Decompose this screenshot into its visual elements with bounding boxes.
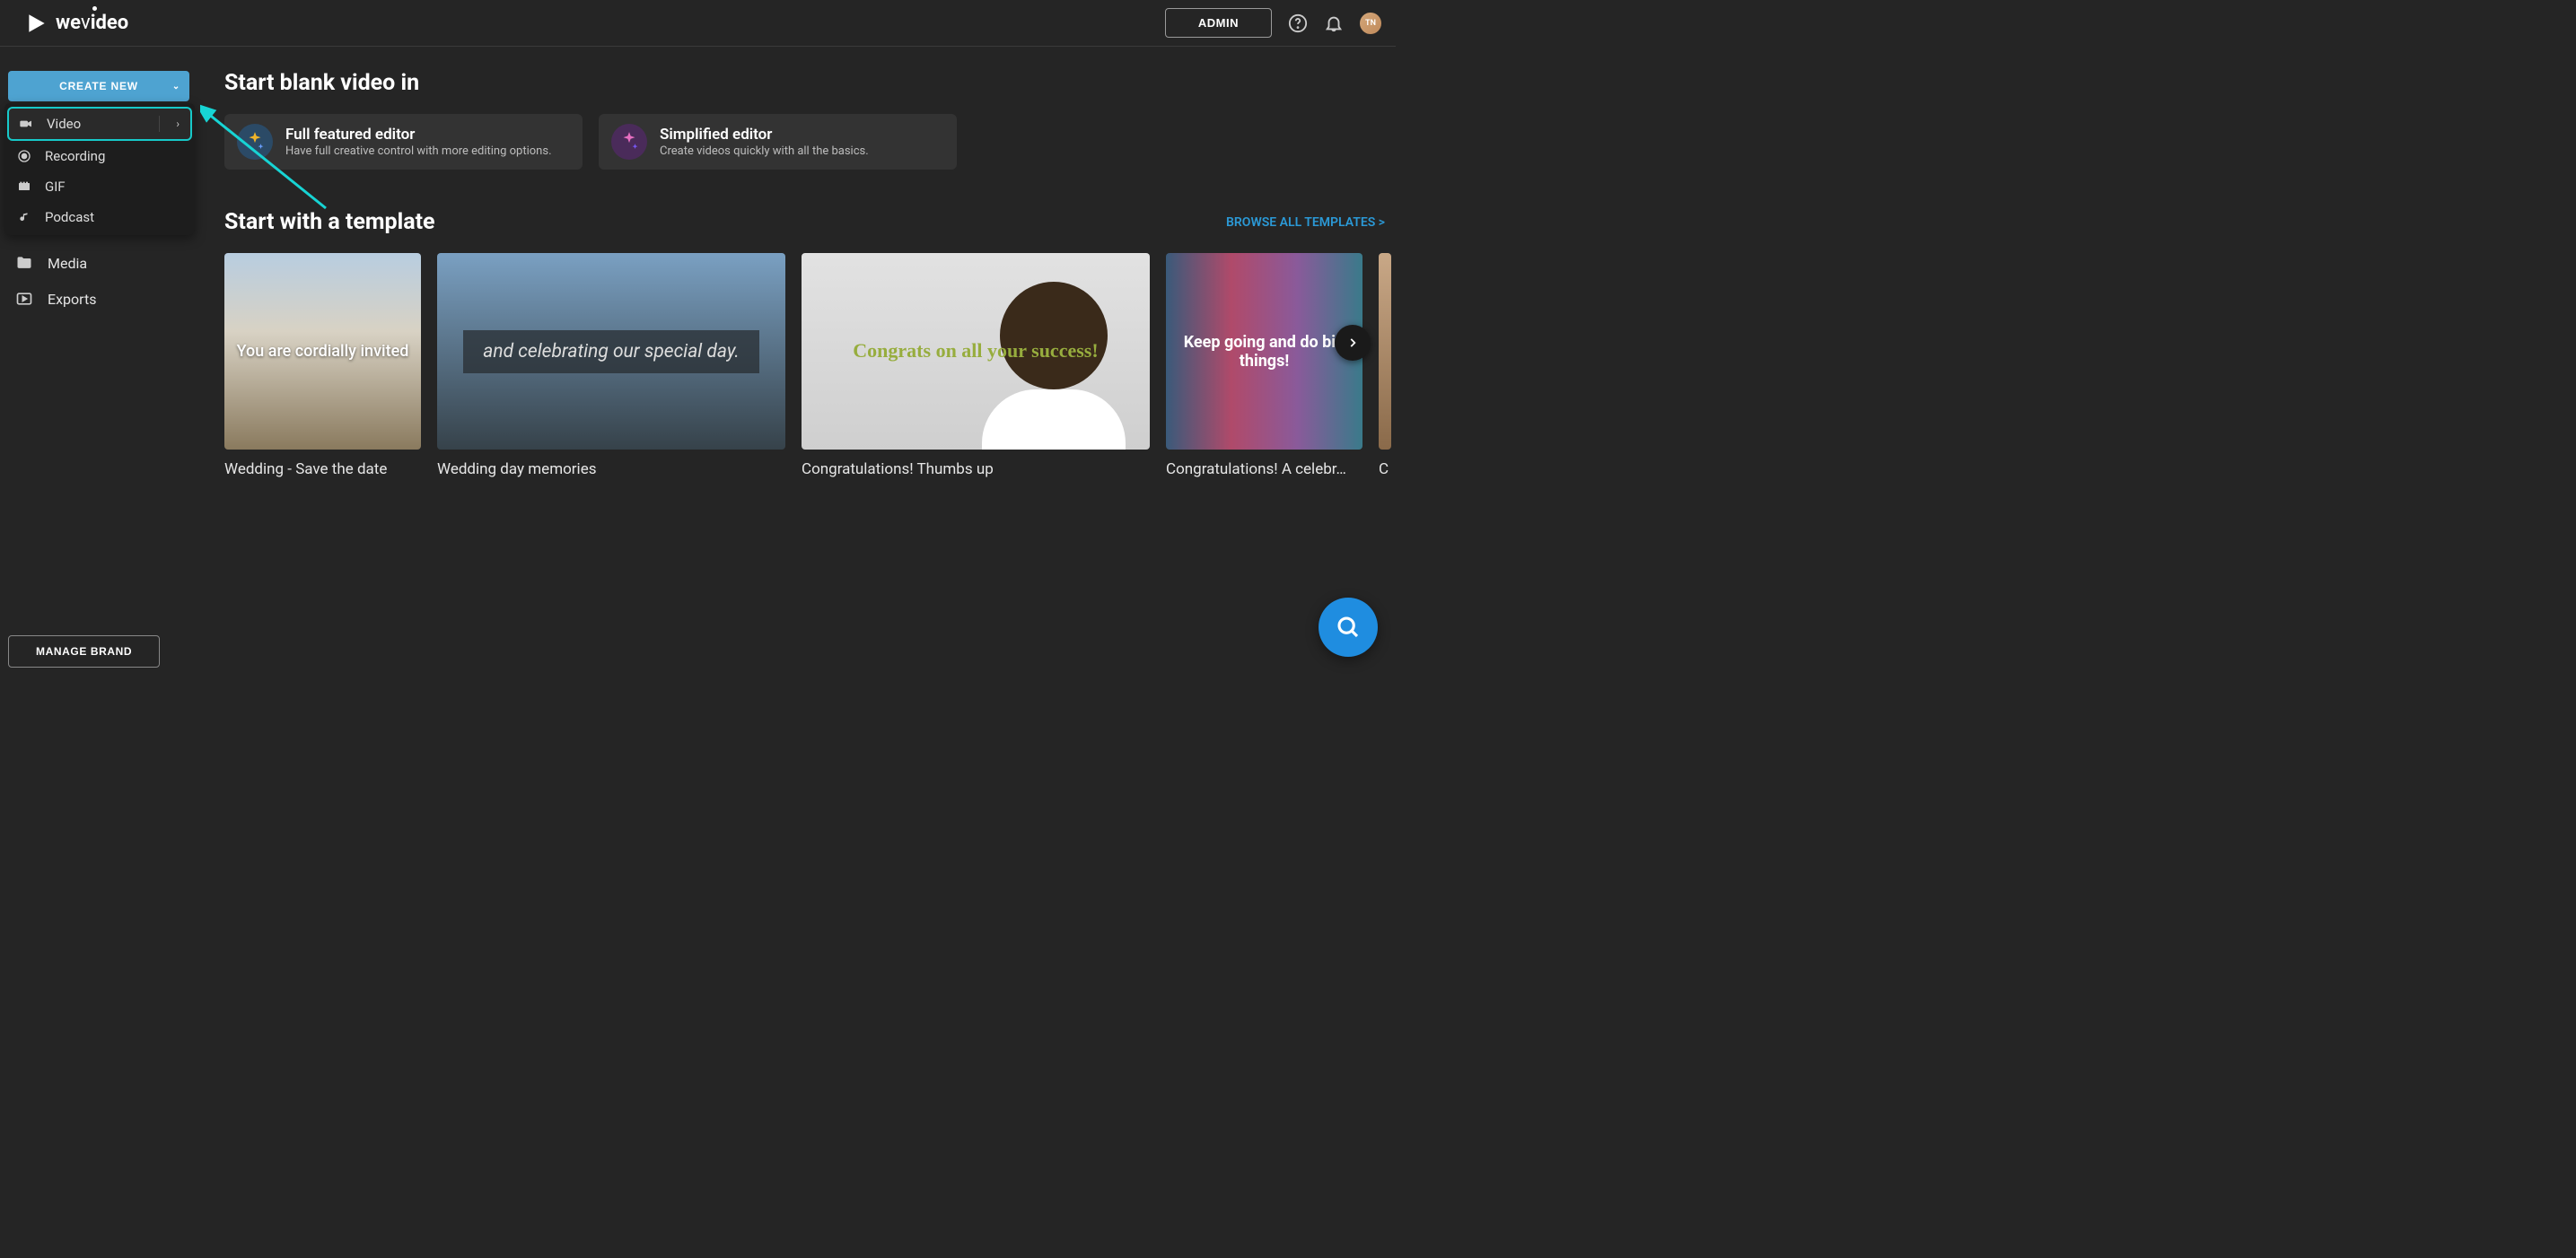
bell-icon[interactable]: [1324, 13, 1344, 33]
template-caption: Congratulations! A celebr…: [1166, 460, 1362, 478]
template-thumbnail: [1379, 253, 1391, 450]
video-camera-icon: [18, 117, 34, 131]
export-play-icon: [15, 290, 33, 308]
app-header: wevideo ADMIN TN: [0, 0, 1396, 47]
gif-icon: [16, 179, 32, 194]
help-icon[interactable]: [1288, 13, 1308, 33]
thumbnail-overlay-text: Keep going and do big things!: [1166, 333, 1362, 371]
browse-templates-link[interactable]: BROWSE ALL TEMPLATES >: [1226, 215, 1385, 230]
template-thumbnail: You are cordially invited: [224, 253, 421, 450]
template-thumbnail: Keep going and do big things!: [1166, 253, 1362, 450]
flyout-item-recording[interactable]: Recording: [7, 141, 192, 171]
editor-card-full[interactable]: Full featured editor Have full creative …: [224, 114, 583, 170]
chevron-down-icon: ⌄: [172, 82, 180, 92]
record-icon: [16, 149, 32, 163]
template-heading: Start with a template: [224, 209, 435, 235]
editor-title: Simplified editor: [660, 126, 869, 144]
template-thumbnail: Congrats on all your success!: [802, 253, 1150, 450]
chevron-right-icon: [1346, 336, 1359, 349]
sparkle-icon: [611, 124, 647, 160]
sidebar-nav: Media Exports: [8, 245, 189, 317]
template-caption: C: [1379, 460, 1391, 478]
template-card[interactable]: Congrats on all your success! Congratula…: [802, 253, 1150, 478]
template-carousel: You are cordially invited Wedding - Save…: [224, 253, 1396, 478]
header-actions: ADMIN TN: [1165, 8, 1381, 38]
flyout-item-gif[interactable]: GIF: [7, 171, 192, 202]
editor-sub: Create videos quickly with all the basic…: [660, 144, 869, 158]
search-icon: [1335, 614, 1362, 641]
template-thumbnail: and celebrating our special day.: [437, 253, 785, 450]
avatar[interactable]: TN: [1360, 13, 1381, 34]
flyout-item-podcast[interactable]: Podcast: [7, 202, 192, 232]
sidebar: CREATE NEW ⌄ Video › Recording: [0, 47, 197, 684]
flyout-item-label: Recording: [45, 148, 105, 164]
sidebar-item-label: Exports: [48, 291, 96, 308]
flyout-item-label: Podcast: [45, 209, 94, 225]
main-panel: Start blank video in Full featured edito…: [197, 47, 1396, 684]
music-note-icon: [16, 210, 32, 224]
create-new-label: CREATE NEW: [59, 80, 138, 92]
manage-brand-button[interactable]: MANAGE BRAND: [8, 635, 160, 668]
flyout-item-label: Video: [47, 116, 81, 132]
editor-card-simplified[interactable]: Simplified editor Create videos quickly …: [599, 114, 957, 170]
create-new-button[interactable]: CREATE NEW ⌄: [8, 71, 189, 101]
template-card[interactable]: and celebrating our special day. Wedding…: [437, 253, 785, 478]
template-card[interactable]: Keep going and do big things! Congratula…: [1166, 253, 1362, 478]
template-caption: Wedding day memories: [437, 460, 785, 478]
folder-star-icon: [15, 254, 33, 272]
editor-title: Full featured editor: [285, 126, 552, 144]
thumbnail-overlay-text: Congrats on all your success!: [853, 338, 1098, 364]
search-fab[interactable]: [1319, 598, 1378, 657]
flyout-item-label: GIF: [45, 179, 66, 195]
template-card[interactable]: C: [1379, 253, 1391, 478]
editor-options: Full featured editor Have full creative …: [224, 114, 1396, 170]
template-card[interactable]: You are cordially invited Wedding - Save…: [224, 253, 421, 478]
carousel-next-button[interactable]: [1335, 325, 1371, 361]
brand-logo[interactable]: wevideo: [25, 12, 128, 35]
admin-button[interactable]: ADMIN: [1165, 8, 1272, 38]
create-flyout: Video › Recording GIF Podcast: [4, 103, 195, 235]
blank-video-heading: Start blank video in: [224, 70, 1396, 96]
thumbnail-overlay-text: and celebrating our special day.: [463, 330, 758, 373]
thumbnail-overlay-text: You are cordially invited: [228, 342, 418, 361]
template-caption: Wedding - Save the date: [224, 460, 421, 478]
sidebar-item-media[interactable]: Media: [13, 245, 189, 281]
template-caption: Congratulations! Thumbs up: [802, 460, 1150, 478]
chevron-right-icon: ›: [176, 118, 180, 130]
sparkle-icon: [237, 124, 273, 160]
divider: [159, 116, 160, 132]
play-logo-icon: [25, 12, 48, 35]
editor-sub: Have full creative control with more edi…: [285, 144, 552, 158]
sidebar-item-label: Media: [48, 255, 87, 272]
flyout-item-video[interactable]: Video ›: [7, 107, 192, 141]
sidebar-item-exports[interactable]: Exports: [13, 281, 189, 317]
brand-text: wevideo: [56, 12, 128, 34]
